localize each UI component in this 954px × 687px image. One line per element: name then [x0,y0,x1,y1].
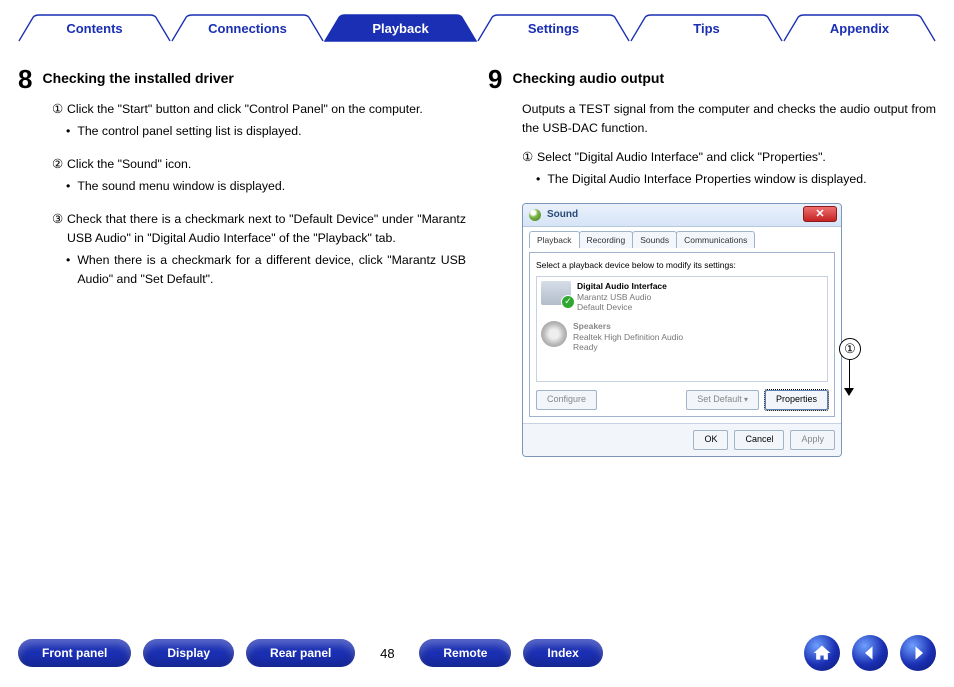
top-nav: Contents Connections Playback Settings T… [18,14,936,42]
substep-marker: ① [522,148,533,167]
substep-bullet: The sound menu window is displayed. [77,177,285,196]
step-title: Checking audio output [512,66,664,90]
device-item[interactable]: ✓ Digital Audio Interface Marantz USB Au… [541,281,823,313]
device-list: ✓ Digital Audio Interface Marantz USB Au… [536,276,828,382]
remote-button[interactable]: Remote [419,639,511,667]
ok-button[interactable]: OK [693,430,728,450]
dialog-tab-playback[interactable]: Playback [529,231,580,248]
prev-button[interactable] [852,635,888,671]
next-button[interactable] [900,635,936,671]
callout-arrow-icon [844,388,854,396]
page-content: 8 Checking the installed driver ① Click … [18,66,936,457]
sound-icon [529,209,541,221]
device-name: Speakers [573,321,683,332]
front-panel-button[interactable]: Front panel [18,639,131,667]
substep-marker: ② [52,155,63,174]
substep-text: Click the "Sound" icon. [67,155,191,174]
tab-tips[interactable]: Tips [630,14,783,42]
display-button[interactable]: Display [143,639,234,667]
dialog-prompt: Select a playback device below to modify… [536,259,828,272]
tab-settings[interactable]: Settings [477,14,630,42]
substep-text: Check that there is a checkmark next to … [67,210,466,248]
tab-label: Tips [693,21,720,36]
tab-label: Connections [208,21,287,36]
device-sub: Marantz USB Audio [577,292,667,303]
callout-marker: ① [839,338,861,360]
dialog-tab-communications[interactable]: Communications [676,231,755,248]
tab-label: Appendix [830,21,889,36]
device-state: Ready [573,342,683,353]
substep-text: Select "Digital Audio Interface" and cli… [537,148,826,167]
callout-line [849,360,850,390]
bullet-icon [66,177,74,196]
dialog-tab-sounds[interactable]: Sounds [632,231,677,248]
step-8: 8 Checking the installed driver ① Click … [18,66,466,457]
substep-bullet: The Digital Audio Interface Properties w… [547,170,866,189]
device-state: Default Device [577,302,667,313]
properties-button[interactable]: Properties [765,390,828,410]
set-default-button[interactable]: Set Default [686,390,759,410]
device-item[interactable]: Speakers Realtek High Definition Audio R… [541,321,823,353]
tab-appendix[interactable]: Appendix [783,14,936,42]
tab-connections[interactable]: Connections [171,14,324,42]
step-9: 9 Checking audio output Outputs a TEST s… [488,66,936,457]
substep-marker: ① [52,100,63,119]
bullet-icon [66,251,74,289]
home-button[interactable] [804,635,840,671]
index-button[interactable]: Index [523,639,602,667]
cancel-button[interactable]: Cancel [734,430,784,450]
substep-text: Click the "Start" button and click "Cont… [67,100,466,119]
step-number: 8 [18,66,32,92]
dialog-tab-recording[interactable]: Recording [579,231,634,248]
dialog-tabs: Playback Recording Sounds Communications [529,231,835,248]
close-button[interactable]: ✕ [803,206,837,222]
substep-marker: ③ [52,210,63,248]
page-number: 48 [367,646,407,661]
step-title: Checking the installed driver [42,66,233,90]
bullet-icon [536,170,544,189]
close-icon: ✕ [815,209,824,220]
checkmark-icon: ✓ [561,295,575,309]
step-intro: Outputs a TEST signal from the computer … [522,100,936,138]
sound-dialog-wrap: Sound ✕ Playback Recording Sounds Commun… [522,203,857,457]
home-icon [812,643,832,663]
tab-label: Settings [528,21,579,36]
rear-panel-button[interactable]: Rear panel [246,639,355,667]
tab-label: Contents [66,21,122,36]
next-icon [908,643,928,663]
device-name: Digital Audio Interface [577,281,667,292]
tab-contents[interactable]: Contents [18,14,171,42]
dialog-titlebar: Sound ✕ [523,204,841,227]
footer-nav: Front panel Display Rear panel 48 Remote… [18,635,936,671]
sound-dialog: Sound ✕ Playback Recording Sounds Commun… [522,203,842,457]
step-number: 9 [488,66,502,92]
dialog-title: Sound [547,207,578,223]
apply-button[interactable]: Apply [790,430,835,450]
configure-button[interactable]: Configure [536,390,597,410]
tab-playback[interactable]: Playback [324,14,477,42]
tab-label: Playback [372,21,428,36]
device-sub: Realtek High Definition Audio [573,332,683,343]
bullet-icon [66,122,74,141]
substep-bullet: The control panel setting list is displa… [77,122,301,141]
substep-bullet: When there is a checkmark for a differen… [77,251,466,289]
prev-icon [860,643,880,663]
dac-icon: ✓ [541,281,571,305]
speaker-icon [541,321,567,347]
